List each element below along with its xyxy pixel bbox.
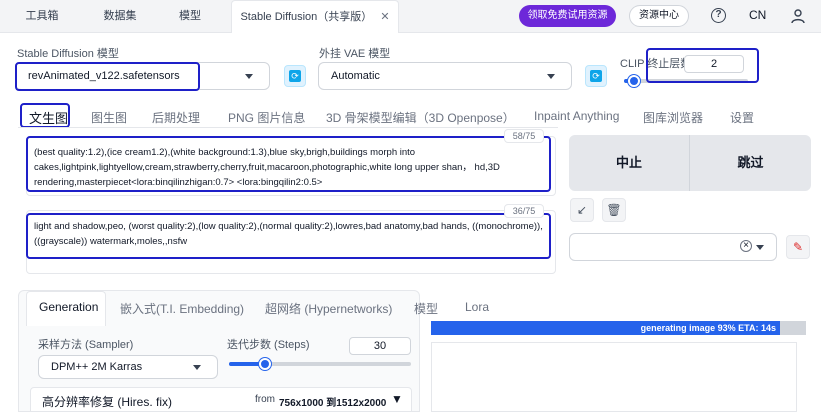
hires-size-text: 756x1000 到1512x2000 — [279, 398, 387, 409]
tab-inpaint-anything[interactable]: Inpaint Anything — [534, 109, 619, 123]
tab-settings[interactable]: 设置 — [730, 109, 754, 126]
positive-prompt-text[interactable]: (best quality:1.2),(ice cream1.2),(white… — [34, 145, 546, 190]
trash-icon[interactable]: 🗑 — [602, 198, 626, 222]
chevron-down-icon — [193, 365, 201, 370]
tab-img2img[interactable]: 图生图 — [91, 109, 127, 126]
vae-model-label: 外挂 VAE 模型 — [319, 48, 391, 60]
top-tab-label: 模型 — [179, 10, 201, 22]
top-tab-models[interactable]: 模型 — [163, 0, 217, 33]
hires-toggle-icon[interactable]: ▼ — [391, 392, 403, 406]
positive-token-counter: 58/75 — [504, 129, 544, 143]
language-switch[interactable]: CN — [749, 8, 766, 22]
highlight-box — [646, 48, 759, 83]
top-tab-toolbox[interactable]: 工具箱 — [12, 0, 72, 33]
progress-text: generating image 93% ETA: 14s — [640, 323, 776, 333]
negative-prompt-text[interactable]: light and shadow,peo, (worst quality:2),… — [34, 219, 546, 249]
edit-style-icon[interactable]: ✎ — [786, 235, 810, 259]
refresh-vae-button[interactable]: ⟳ — [585, 65, 607, 87]
tab-lora[interactable]: Lora — [465, 300, 489, 314]
chevron-down-icon — [756, 245, 764, 250]
hires-from-text: from — [255, 394, 275, 405]
chevron-down-icon — [245, 74, 253, 79]
tab-png-info[interactable]: PNG 图片信息 — [228, 109, 305, 126]
interrupt-button[interactable]: 中止 — [569, 135, 689, 191]
clear-icon[interactable]: × — [740, 240, 752, 252]
sampler-select[interactable]: DPM++ 2M Karras — [38, 355, 218, 379]
steps-label: 迭代步数 (Steps) — [227, 339, 310, 351]
output-gallery — [431, 342, 797, 412]
negative-token-counter: 36/75 — [504, 204, 544, 218]
sampler-label: 采样方法 (Sampler) — [38, 339, 134, 351]
skip-button[interactable]: 跳过 — [690, 135, 811, 191]
sd-model-label: Stable Diffusion 模型 — [17, 48, 119, 60]
tab-divider — [18, 127, 558, 128]
tab-txt2img[interactable]: 文生图 — [29, 108, 68, 127]
tab-gen-models[interactable]: 模型 — [414, 300, 438, 317]
refresh-sd-model-button[interactable]: ⟳ — [284, 65, 306, 87]
styles-select[interactable]: × — [569, 233, 777, 261]
steps-input[interactable]: 30 — [349, 337, 411, 355]
vae-model-select[interactable]: Automatic — [318, 62, 572, 90]
top-tab-label: 工具箱 — [25, 10, 59, 22]
top-tab-label: Stable Diffusion（共享版） — [240, 11, 373, 23]
tab-embedding[interactable]: 嵌入式(T.I. Embedding) — [120, 300, 244, 317]
help-icon[interactable]: ? — [711, 8, 726, 23]
refresh-icon: ⟳ — [590, 70, 602, 82]
vae-model-value: Automatic — [331, 70, 380, 82]
resource-center-button[interactable]: 资源中心 — [629, 5, 689, 27]
sampler-value: DPM++ 2M Karras — [51, 361, 143, 373]
generate-action-panel: 中止 跳过 — [569, 135, 811, 191]
top-tab-datasets[interactable]: 数据集 — [90, 0, 150, 33]
close-icon[interactable]: ✕ — [380, 11, 389, 23]
free-trial-button[interactable]: 领取免费试用资源 — [519, 5, 616, 27]
refresh-icon: ⟳ — [289, 70, 301, 82]
highlight-box — [15, 62, 200, 91]
tab-hypernetworks[interactable]: 超网络 (Hypernetworks) — [265, 300, 392, 317]
chevron-down-icon — [547, 74, 555, 79]
hires-fix-label: 高分辨率修复 (Hires. fix) — [42, 395, 172, 409]
arrow-icon[interactable]: ↙ — [570, 198, 594, 222]
tab-extras[interactable]: 后期处理 — [152, 109, 200, 126]
tab-image-browser[interactable]: 图库浏览器 — [643, 109, 703, 126]
tab-generation[interactable]: Generation — [39, 300, 98, 314]
user-icon[interactable] — [790, 8, 806, 24]
tab-3d-openpose[interactable]: 3D 骨架模型编辑（3D Openpose） — [326, 109, 515, 126]
steps-slider-handle[interactable] — [259, 358, 271, 370]
top-tab-stable-diffusion[interactable]: Stable Diffusion（共享版） ✕ — [231, 0, 399, 33]
top-tab-label: 数据集 — [103, 10, 137, 22]
clip-skip-slider-handle[interactable] — [628, 75, 640, 87]
